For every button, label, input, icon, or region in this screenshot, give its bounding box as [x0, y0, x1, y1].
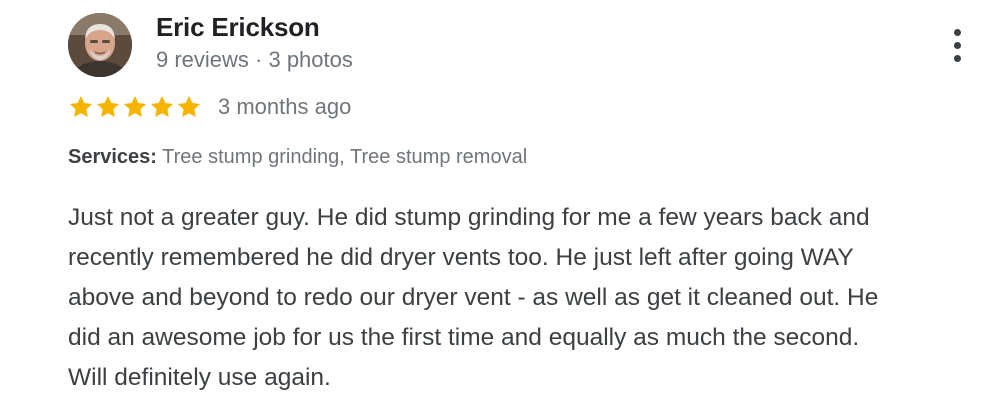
review-text: Just not a greater guy. He did stump gri…	[68, 198, 978, 398]
review-text-line: Will definitely use again.	[68, 364, 331, 391]
review-text-line: did an awesome job for us the first time…	[68, 324, 860, 351]
review-time: 3 months ago	[218, 94, 352, 119]
profile-photo	[68, 13, 132, 77]
review-card: Eric Erickson 9 reviews · 3 photos 3 mon…	[0, 0, 1000, 405]
star-icon	[150, 95, 174, 117]
services-value: Tree stump grinding, Tree stump removal	[162, 146, 528, 168]
review-text-line: above and beyond to redo our dryer vent …	[68, 284, 879, 311]
reviewer-name[interactable]: Eric Erickson	[156, 12, 320, 43]
avatar[interactable]	[68, 13, 132, 77]
review-text-line: recently remembered he did dryer vents t…	[68, 244, 854, 271]
reviewer-meta: 9 reviews · 3 photos	[156, 47, 353, 72]
star-icon	[123, 95, 147, 117]
star-rating	[68, 94, 202, 120]
services-label: Services:	[68, 146, 157, 168]
star-icon	[96, 95, 120, 117]
services-row: Services: Tree stump grinding, Tree stum…	[68, 146, 527, 169]
star-icon	[69, 95, 93, 117]
star-icon	[177, 95, 201, 117]
review-text-line: Just not a greater guy. He did stump gri…	[68, 204, 870, 231]
more-options-button[interactable]	[940, 24, 974, 66]
